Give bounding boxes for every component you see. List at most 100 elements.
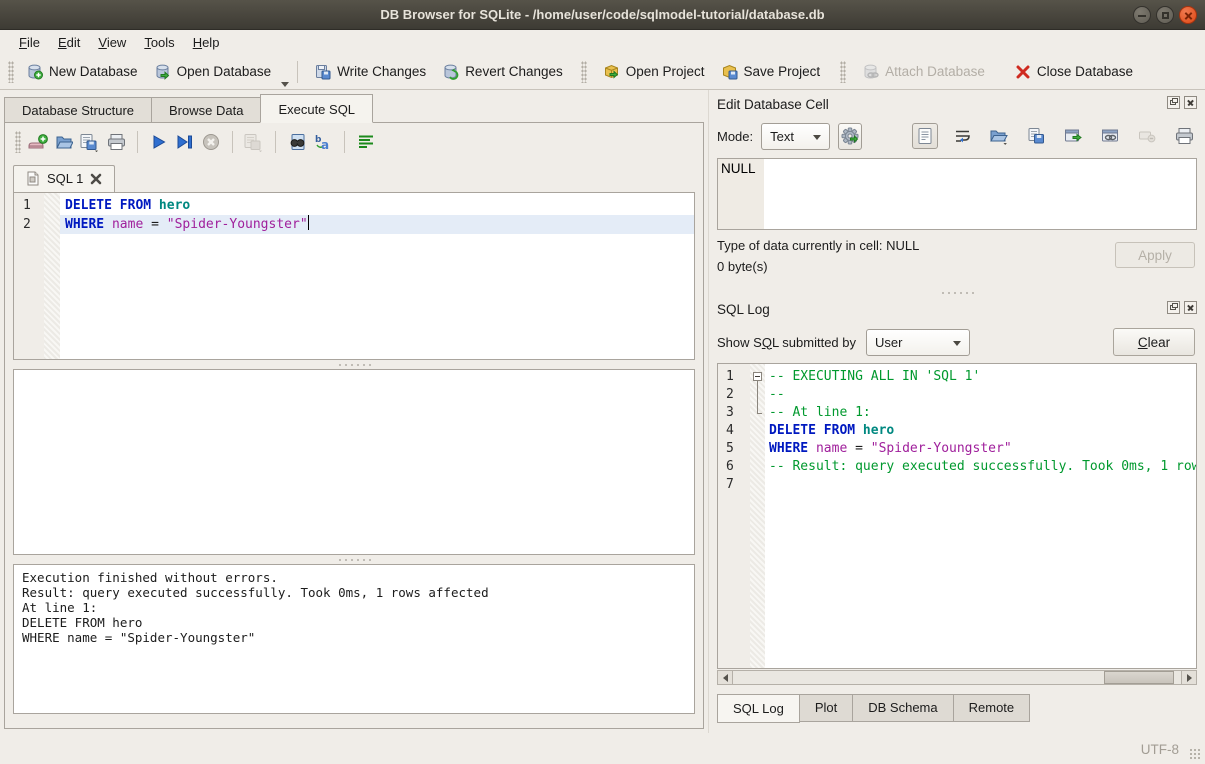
save-project-button[interactable]: Save Project <box>713 58 829 85</box>
menu-help[interactable]: Help <box>184 32 229 53</box>
float-dock-icon[interactable] <box>1167 96 1180 109</box>
sql-log-title-label: SQL Log <box>717 302 770 317</box>
sql-string: "Spider-Youngster" <box>871 441 1012 456</box>
close-tab-icon[interactable] <box>90 173 102 185</box>
close-database-button[interactable]: Close Database <box>1007 59 1141 85</box>
cell-value-editor[interactable]: NULL <box>717 158 1197 230</box>
open-project-button[interactable]: Open Project <box>595 58 713 85</box>
scrollbar-thumb[interactable] <box>1104 671 1174 684</box>
find-button[interactable] <box>284 129 310 155</box>
sql-log-dock-title: SQL Log <box>717 297 1197 321</box>
tab-execute-sql[interactable]: Execute SQL <box>260 94 373 123</box>
import-cell-data-button[interactable] <box>986 123 1012 149</box>
left-panel: Database Structure Browse Data Execute S… <box>0 90 708 733</box>
dock-tab-plot[interactable]: Plot <box>799 694 853 722</box>
sql-toolbar-separator <box>275 131 276 153</box>
new-sql-tab-button[interactable] <box>25 129 51 155</box>
editor-code-area[interactable]: DELETE FROM hero WHERE name = "Spider-Yo… <box>60 193 694 359</box>
text-mode-button[interactable] <box>912 123 938 149</box>
apply-button[interactable]: Apply <box>1115 242 1195 268</box>
dock-tab-sql-log[interactable]: SQL Log <box>717 694 800 723</box>
scroll-right-icon[interactable] <box>1181 671 1196 684</box>
open-database-button[interactable]: Open Database <box>146 58 280 85</box>
save-results-button[interactable] <box>241 129 267 155</box>
results-log-splitter[interactable] <box>5 555 703 564</box>
mode-select[interactable]: Text <box>761 123 830 150</box>
close-dock-icon[interactable] <box>1184 96 1197 109</box>
replace-button[interactable]: ba <box>310 129 336 155</box>
word-wrap-cell-button[interactable] <box>949 123 975 149</box>
close-window-button[interactable] <box>1179 6 1197 24</box>
menu-edit[interactable]: Edit <box>49 32 89 53</box>
dock-tab-db-schema[interactable]: DB Schema <box>852 694 953 722</box>
print-cell-button[interactable] <box>1171 123 1197 149</box>
new-database-button[interactable]: New Database <box>18 58 146 85</box>
toolbar-drag-handle[interactable] <box>8 61 14 83</box>
stop-button[interactable] <box>198 129 224 155</box>
minimize-button[interactable] <box>1133 6 1151 24</box>
fold-collapse-icon[interactable] <box>753 372 762 381</box>
save-file-icon <box>79 133 101 152</box>
word-wrap-button[interactable] <box>353 129 379 155</box>
log-line: -- Result: query executed successfully. … <box>765 458 1196 476</box>
save-icon <box>1027 127 1046 145</box>
link-button[interactable] <box>1097 123 1123 149</box>
clear-log-button[interactable]: Clear <box>1113 328 1195 356</box>
open-in-external-button[interactable] <box>1060 123 1086 149</box>
print-sql-button[interactable] <box>103 129 129 155</box>
attach-database-button[interactable]: Attach Database <box>854 58 993 85</box>
execute-line-button[interactable] <box>172 129 198 155</box>
play-icon <box>151 134 167 150</box>
save-sql-file-button[interactable] <box>77 129 103 155</box>
set-null-button[interactable] <box>1134 123 1160 149</box>
sql-document-icon <box>26 171 40 186</box>
dock-tab-remote[interactable]: Remote <box>953 694 1031 722</box>
dock-splitter[interactable] <box>717 288 1197 297</box>
execution-message-line: Execution finished without errors. <box>22 570 686 585</box>
line-number: 3 <box>726 404 750 422</box>
toolbar-drag-handle[interactable] <box>840 61 846 83</box>
line-number: 7 <box>726 476 750 494</box>
sql-identifier: name <box>112 217 143 232</box>
line-number: 2 <box>726 386 750 404</box>
replace-icon: ba <box>313 133 333 151</box>
sql-log-filter-row: Show SQL submitted by User Clear <box>717 321 1197 363</box>
export-cell-data-button[interactable] <box>1023 123 1049 149</box>
edit-cell-dock-title: Edit Database Cell <box>717 92 1197 116</box>
filter-label: Show SQL submitted by <box>717 335 856 350</box>
submitted-by-select[interactable]: User <box>866 329 970 356</box>
stop-icon <box>202 133 220 151</box>
line-number: 1 <box>726 368 750 386</box>
cell-value-text-area[interactable] <box>764 159 1196 229</box>
auto-update-button[interactable] <box>838 123 862 150</box>
sql-toolbar-drag-handle[interactable] <box>15 131 21 153</box>
results-grid-pane[interactable] <box>13 369 695 555</box>
execution-message-line: At line 1: <box>22 600 686 615</box>
execution-message-pane[interactable]: Execution finished without errors. Resul… <box>13 564 695 714</box>
menu-file[interactable]: File <box>10 32 49 53</box>
resize-grip[interactable] <box>1189 748 1201 760</box>
write-changes-button[interactable]: Write Changes <box>306 58 434 85</box>
menu-view[interactable]: View <box>89 32 135 53</box>
sql-log-viewer[interactable]: 1 2 3 4 5 6 7 -- EXECUTING ALL IN 'SQL 1… <box>717 363 1197 669</box>
float-dock-icon[interactable] <box>1167 301 1180 314</box>
open-database-dropdown-icon[interactable] <box>281 82 289 87</box>
toolbar-drag-handle[interactable] <box>581 61 587 83</box>
menu-tools[interactable]: Tools <box>135 32 183 53</box>
maximize-button[interactable] <box>1156 6 1174 24</box>
execute-all-button[interactable] <box>146 129 172 155</box>
editor-results-splitter[interactable] <box>5 360 703 369</box>
sql-editor-tab[interactable]: SQL 1 <box>13 165 115 192</box>
sql-toolbar-separator <box>232 131 233 153</box>
log-horizontal-scrollbar[interactable] <box>717 670 1197 685</box>
sql-code-editor[interactable]: 1 2 DELETE FROM hero WHERE name = "Spide… <box>13 192 695 360</box>
titlebar[interactable]: DB Browser for SQLite - /home/user/code/… <box>0 0 1205 30</box>
tab-database-structure[interactable]: Database Structure <box>4 97 152 123</box>
cell-mode-row: Mode: Text <box>717 116 1197 156</box>
open-sql-file-button[interactable] <box>51 129 77 155</box>
tab-browse-data[interactable]: Browse Data <box>151 97 261 123</box>
close-dock-icon[interactable] <box>1184 301 1197 314</box>
line-number: 5 <box>726 440 750 458</box>
scroll-left-icon[interactable] <box>718 671 733 684</box>
revert-changes-button[interactable]: Revert Changes <box>434 58 571 85</box>
